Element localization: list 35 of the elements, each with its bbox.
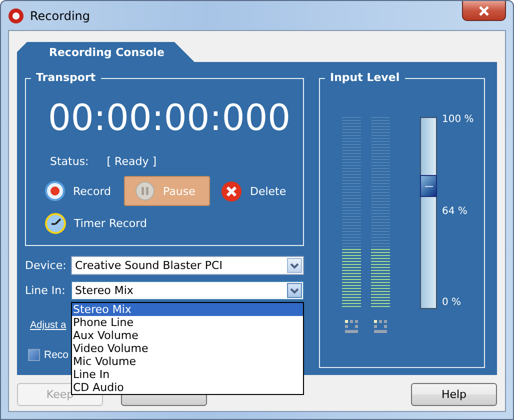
checkbox-label: Reco bbox=[44, 349, 69, 361]
clock-icon bbox=[45, 212, 66, 234]
device-label: Device: bbox=[25, 259, 68, 272]
peak-indicator-icon bbox=[374, 320, 387, 333]
checkbox[interactable] bbox=[28, 349, 40, 361]
close-button[interactable] bbox=[462, 1, 506, 21]
line-in-label: Line In: bbox=[25, 284, 66, 297]
peak-indicator-icon bbox=[345, 320, 358, 333]
scale-label: 0 % bbox=[442, 297, 462, 309]
dropdown-option[interactable]: Stereo Mix bbox=[72, 303, 303, 316]
status-label: Status: bbox=[50, 155, 89, 168]
status-value: [ Ready ] bbox=[106, 155, 156, 168]
window-title: Recording bbox=[30, 8, 92, 22]
chevron-icon bbox=[290, 262, 299, 268]
delete-button[interactable]: Delete bbox=[220, 176, 303, 206]
pause-icon bbox=[135, 181, 155, 201]
scale-label: 64 % bbox=[442, 206, 468, 218]
group-title: Input Level bbox=[325, 71, 405, 85]
time-display: 00:00:00:000 bbox=[48, 97, 292, 141]
record-icon bbox=[8, 8, 24, 24]
volume-slider[interactable] bbox=[420, 117, 437, 309]
slider-thumb[interactable] bbox=[420, 175, 437, 198]
tab[interactable]: Recording Console bbox=[17, 42, 194, 62]
device-dropdown[interactable]: Creative Sound Blaster PCI bbox=[71, 256, 304, 275]
scale-label: 100 % bbox=[442, 114, 474, 126]
adjust-link[interactable]: Adjust a bbox=[30, 320, 66, 331]
record-icon bbox=[45, 181, 65, 201]
delete-icon bbox=[221, 180, 242, 202]
record-button[interactable]: Record bbox=[44, 176, 124, 206]
close-icon bbox=[478, 6, 490, 16]
group-title: Transport bbox=[31, 71, 101, 85]
dialog-button[interactable]: Help bbox=[411, 383, 497, 406]
timer-button[interactable]: Timer Record bbox=[44, 208, 303, 238]
line-in-dropdown[interactable]: Stereo Mix bbox=[71, 281, 304, 300]
chevron-icon bbox=[290, 288, 299, 294]
